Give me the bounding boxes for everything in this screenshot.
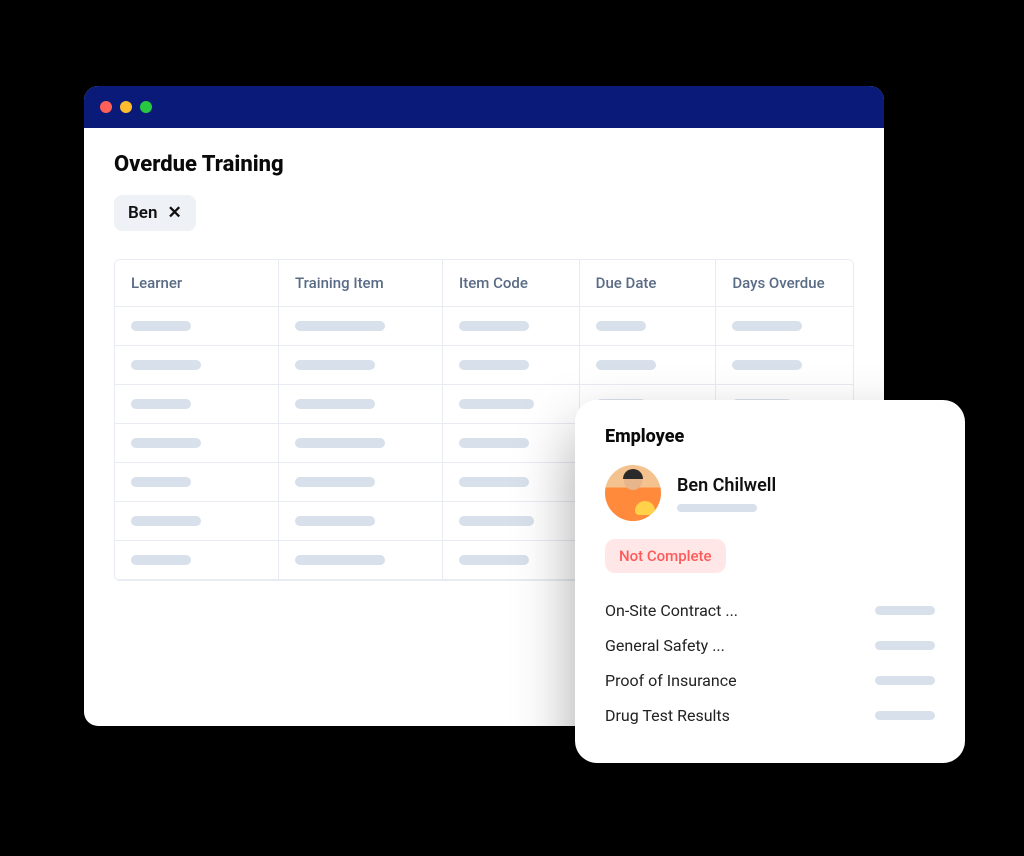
table-cell	[443, 424, 580, 463]
table-row[interactable]	[115, 307, 853, 346]
table-cell	[716, 307, 853, 346]
filter-chip[interactable]: Ben ✕	[114, 195, 196, 231]
table-cell	[279, 424, 443, 463]
placeholder	[295, 516, 375, 526]
table-cell	[443, 346, 580, 385]
table-cell	[443, 307, 580, 346]
placeholder	[131, 555, 191, 565]
table-cell	[115, 541, 279, 580]
placeholder	[295, 438, 385, 448]
placeholder	[295, 399, 375, 409]
table-cell	[279, 541, 443, 580]
table-cell	[115, 307, 279, 346]
placeholder	[131, 321, 191, 331]
close-window-button[interactable]	[100, 101, 112, 113]
placeholder	[131, 360, 201, 370]
requirement-label: Drug Test Results	[605, 706, 730, 725]
table-cell	[279, 463, 443, 502]
table-cell	[279, 346, 443, 385]
close-icon[interactable]: ✕	[167, 205, 181, 222]
requirement-item[interactable]: General Safety ...	[605, 628, 935, 663]
maximize-window-button[interactable]	[140, 101, 152, 113]
requirement-item[interactable]: Proof of Insurance	[605, 663, 935, 698]
table-cell	[443, 541, 580, 580]
placeholder	[131, 477, 191, 487]
column-header-days-overdue[interactable]: Days Overdue	[716, 260, 853, 307]
avatar	[605, 465, 661, 521]
employee-popover: Employee Ben Chilwell Not Complete On-Si…	[575, 400, 965, 763]
table-cell	[115, 346, 279, 385]
page-title: Overdue Training	[114, 152, 854, 177]
placeholder	[459, 360, 529, 370]
column-header-item-code[interactable]: Item Code	[443, 260, 580, 307]
requirement-label: Proof of Insurance	[605, 671, 737, 690]
employee-summary: Ben Chilwell	[605, 465, 935, 521]
placeholder	[596, 360, 656, 370]
table-cell	[580, 307, 717, 346]
placeholder	[875, 676, 935, 685]
table-cell	[115, 463, 279, 502]
placeholder	[875, 711, 935, 720]
window-titlebar	[84, 86, 884, 128]
table-cell	[443, 385, 580, 424]
requirement-label: General Safety ...	[605, 636, 725, 655]
placeholder	[295, 321, 385, 331]
column-header-due-date[interactable]: Due Date	[580, 260, 717, 307]
employee-name: Ben Chilwell	[677, 475, 776, 496]
filter-chip-label: Ben	[128, 203, 157, 223]
table-cell	[279, 307, 443, 346]
table-cell	[443, 463, 580, 502]
table-row[interactable]	[115, 346, 853, 385]
table-cell	[279, 502, 443, 541]
placeholder	[732, 321, 802, 331]
placeholder	[459, 399, 534, 409]
table-cell	[279, 385, 443, 424]
placeholder	[875, 641, 935, 650]
placeholder	[459, 438, 529, 448]
popover-heading: Employee	[605, 426, 935, 447]
table-cell	[115, 502, 279, 541]
placeholder	[459, 321, 529, 331]
placeholder	[295, 477, 375, 487]
placeholder	[459, 516, 534, 526]
employee-subtitle-placeholder	[677, 504, 757, 512]
minimize-window-button[interactable]	[120, 101, 132, 113]
placeholder	[131, 516, 201, 526]
table-cell	[580, 346, 717, 385]
table-cell	[716, 346, 853, 385]
column-header-training-item[interactable]: Training Item	[279, 260, 443, 307]
table-cell	[115, 424, 279, 463]
placeholder	[295, 360, 375, 370]
table-header-row: Learner Training Item Item Code Due Date…	[115, 260, 853, 307]
placeholder	[295, 555, 385, 565]
table-cell	[443, 502, 580, 541]
table-cell	[115, 385, 279, 424]
requirement-item[interactable]: On-Site Contract ...	[605, 593, 935, 628]
placeholder	[875, 606, 935, 615]
status-badge: Not Complete	[605, 539, 726, 573]
column-header-learner[interactable]: Learner	[115, 260, 279, 307]
placeholder	[131, 438, 201, 448]
placeholder	[131, 399, 191, 409]
requirement-item[interactable]: Drug Test Results	[605, 698, 935, 733]
placeholder	[596, 321, 646, 331]
requirement-label: On-Site Contract ...	[605, 601, 738, 620]
placeholder	[732, 360, 802, 370]
placeholder	[459, 477, 529, 487]
placeholder	[459, 555, 529, 565]
